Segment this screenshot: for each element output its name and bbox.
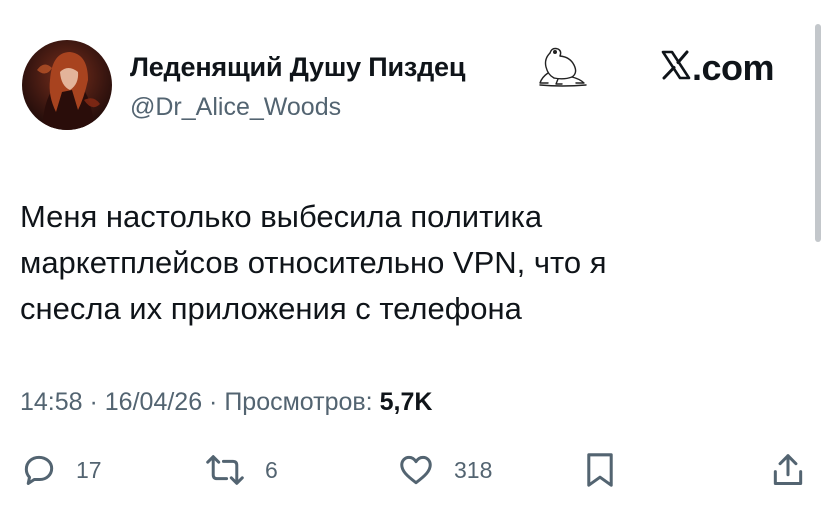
x-logo-icon [661,50,691,85]
share-button[interactable] [769,448,807,492]
author-handle[interactable]: @Dr_Alice_Woods [130,93,341,122]
heart-icon [396,451,436,489]
repost-count: 6 [265,456,278,483]
frog-icon [536,43,588,92]
meta-separator: · [82,388,105,416]
brand-domain-text: .com [692,47,775,88]
portrait-avatar-image [22,40,112,130]
like-count: 318 [454,456,493,483]
repost-button[interactable]: 6 [203,448,278,492]
meta-separator: · [202,388,225,416]
share-icon [769,450,807,490]
bookmark-icon [584,450,616,490]
bookmark-button[interactable] [584,448,616,492]
reply-button[interactable]: 17 [20,448,102,492]
views-count[interactable]: 5,7K [380,388,433,416]
reply-icon [20,451,58,489]
author-display-name[interactable]: Леденящий Душу Пиздец [130,52,465,83]
reply-count: 17 [76,456,102,483]
tweet-time[interactable]: 14:58 [20,388,83,416]
views-label: Просмотров: [224,388,373,416]
scrollbar-thumb[interactable] [815,24,821,242]
tweet-text: Меня настолько выбесила политика маркетп… [20,199,607,326]
like-button[interactable]: 318 [396,448,492,492]
tweet-meta: 14:58 · 16/04/26 · Просмотров: 5,7K [20,388,432,417]
repost-icon [203,451,247,489]
tweet-date[interactable]: 16/04/26 [105,388,202,416]
avatar[interactable] [22,40,112,130]
